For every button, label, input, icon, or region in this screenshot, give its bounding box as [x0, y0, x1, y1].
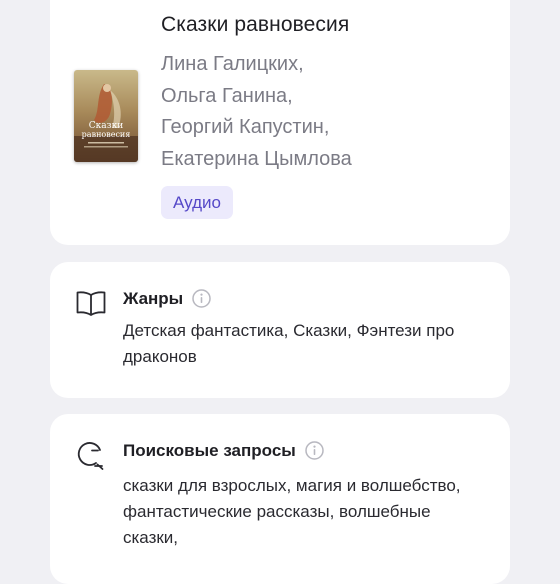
author-list: Лина Галицких, Ольга Ганина, Георгий Кап… [161, 49, 352, 175]
book-cover-image[interactable]: Сказки равновесия [74, 70, 138, 162]
author-link[interactable]: Георгий Капустин, [161, 112, 352, 144]
info-icon[interactable] [191, 288, 212, 309]
genres-list[interactable]: Детская фантастика, Сказки, Фэнтези про … [123, 318, 490, 370]
info-icon[interactable] [304, 440, 325, 461]
genres-card: Жанры Детская фантастика, Сказки, Фэнтез… [50, 262, 510, 398]
search-queries-header: Поисковые запросы [123, 440, 325, 461]
format-badge: Аудио [161, 186, 233, 219]
search-queries-list[interactable]: сказки для взрослых, магия и волшебство,… [123, 473, 490, 551]
search-queries-card: Поисковые запросы сказки для взрослых, м… [50, 414, 510, 584]
open-book-icon [74, 286, 108, 320]
genres-title: Жанры [123, 288, 184, 308]
book-card[interactable]: Сказки равновесия Сказки равновесия Лина… [50, 0, 510, 245]
author-link[interactable]: Екатерина Цымлова [161, 144, 352, 176]
search-icon [74, 438, 108, 472]
author-link[interactable]: Лина Галицких, [161, 49, 352, 81]
cover-title-line2: равновесия [82, 130, 131, 139]
book-title[interactable]: Сказки равновесия [161, 13, 349, 37]
author-link[interactable]: Ольга Ганина, [161, 81, 352, 113]
cover-illustration: Сказки равновесия [74, 70, 138, 162]
search-queries-title: Поисковые запросы [123, 440, 296, 460]
genres-header: Жанры [123, 288, 212, 309]
